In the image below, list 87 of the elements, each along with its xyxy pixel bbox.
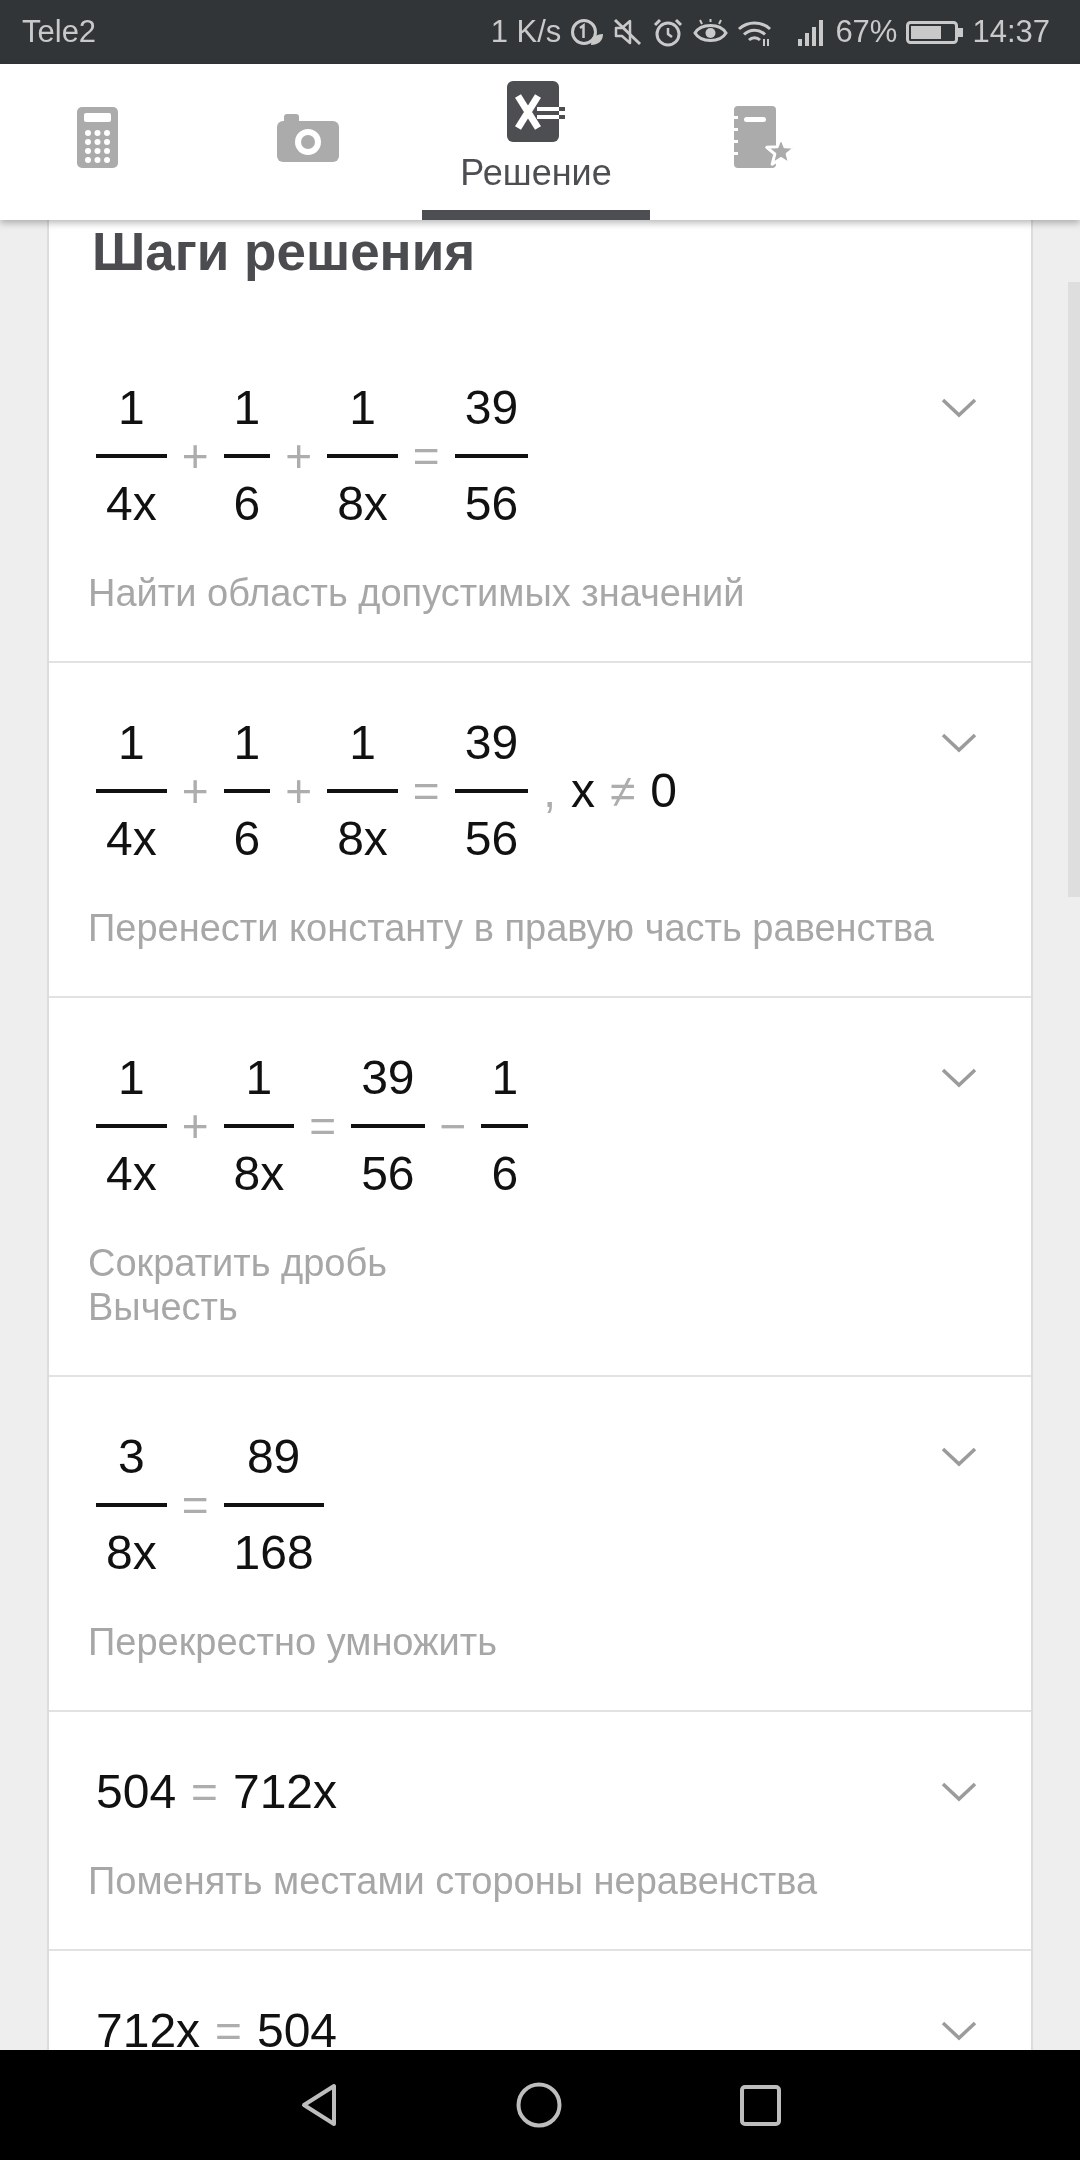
step-description: Перенести константу в правую часть равенства	[88, 906, 935, 950]
denominator: 6	[490, 1146, 520, 1202]
denominator: 6	[232, 476, 262, 532]
fraction-bar	[96, 789, 167, 793]
math-operator: =	[181, 1478, 209, 1533]
math-operator: +	[181, 764, 209, 819]
fraction-bar	[327, 789, 398, 793]
chevron-down-icon[interactable]	[941, 1782, 977, 1802]
fraction-bar	[223, 454, 271, 458]
numerator: 1	[348, 380, 377, 436]
numerator: 3	[117, 1429, 146, 1485]
math-operator: +	[285, 764, 313, 819]
battery-percent: 67%	[835, 14, 898, 50]
numerator: 39	[463, 715, 520, 771]
numerator: 1	[117, 380, 146, 436]
alarm-icon	[652, 17, 685, 47]
math-operator: ,	[543, 764, 556, 819]
math-operator: =	[215, 2004, 242, 2050]
math-term: 504	[256, 2003, 338, 2050]
math-term: 0	[650, 763, 677, 819]
math-operator: −	[439, 1099, 467, 1154]
network-speed: 1 K/s	[490, 14, 562, 50]
numerator: 1	[490, 1050, 520, 1106]
step-description: Найти область допустимых значений	[88, 571, 746, 615]
x-square-icon[interactable]	[507, 81, 565, 142]
home-icon[interactable]	[515, 2082, 562, 2128]
numerator: 39	[360, 1050, 416, 1106]
numerator: 1	[348, 715, 377, 771]
chevron-down-icon[interactable]	[941, 1447, 977, 1467]
denominator: 56	[360, 1146, 416, 1202]
mute-icon	[612, 18, 644, 46]
denominator: 8x	[232, 1146, 286, 1202]
numerator: 1	[232, 715, 262, 771]
step-description: Сократить дробь	[88, 1241, 389, 1285]
math-operator: ≠	[609, 764, 636, 819]
eye-icon	[693, 19, 729, 45]
denominator: 168	[232, 1525, 315, 1581]
numerator: 1	[117, 715, 146, 771]
denominator: 4x	[105, 811, 158, 867]
numerator: 1	[244, 1050, 274, 1106]
math-operator: =	[412, 429, 440, 484]
fraction-bar	[327, 454, 398, 458]
numerator: 39	[463, 380, 520, 436]
fraction-bar	[481, 1124, 529, 1128]
numerator: 89	[245, 1429, 302, 1485]
chevron-down-icon[interactable]	[941, 2021, 977, 2041]
math-operator: =	[309, 1099, 337, 1154]
denominator: 56	[463, 811, 520, 867]
fraction-bar	[223, 1124, 295, 1128]
math-operator: +	[285, 429, 313, 484]
numerator: 1	[232, 380, 262, 436]
denominator: 4x	[105, 476, 158, 532]
fraction-bar	[96, 1503, 167, 1507]
data-saver-icon	[570, 18, 604, 46]
math-term: 712x	[232, 1764, 338, 1820]
chevron-down-icon[interactable]	[941, 733, 977, 753]
camera-icon[interactable]	[277, 112, 339, 162]
denominator: 56	[463, 476, 520, 532]
chevron-down-icon[interactable]	[941, 1068, 977, 1088]
calculator-icon[interactable]	[76, 106, 118, 168]
clock-time: 14:37	[972, 14, 1050, 50]
chevron-down-icon[interactable]	[941, 398, 977, 418]
step-description: Вычесть	[88, 1285, 239, 1329]
battery-icon	[906, 18, 964, 46]
fraction-bar	[96, 454, 167, 458]
math-term: 712x	[96, 2003, 201, 2050]
back-icon[interactable]	[299, 2082, 338, 2128]
denominator: 8x	[105, 1525, 158, 1581]
math-operator: +	[181, 429, 209, 484]
denominator: 8x	[336, 476, 389, 532]
numerator: 1	[117, 1050, 146, 1106]
math-term: x	[570, 763, 595, 819]
step-description: Перекрестно умножить	[88, 1620, 498, 1664]
fraction-bar	[96, 1124, 167, 1128]
math-operator: =	[412, 764, 440, 819]
recents-icon[interactable]	[739, 2084, 781, 2126]
denominator: 8x	[336, 811, 389, 867]
denominator: 4x	[105, 1146, 158, 1202]
math-operator: +	[181, 1099, 209, 1154]
fraction-bar	[223, 789, 271, 793]
carrier-name: Tele2	[22, 14, 97, 50]
section-title: Шаги решения	[91, 221, 477, 282]
math-term: 504	[96, 1764, 177, 1820]
denominator: 6	[232, 811, 262, 867]
math-operator: =	[191, 1765, 218, 1820]
step-description: Поменять местами стороны неравенства	[88, 1859, 819, 1903]
wifi-icon	[737, 18, 773, 46]
